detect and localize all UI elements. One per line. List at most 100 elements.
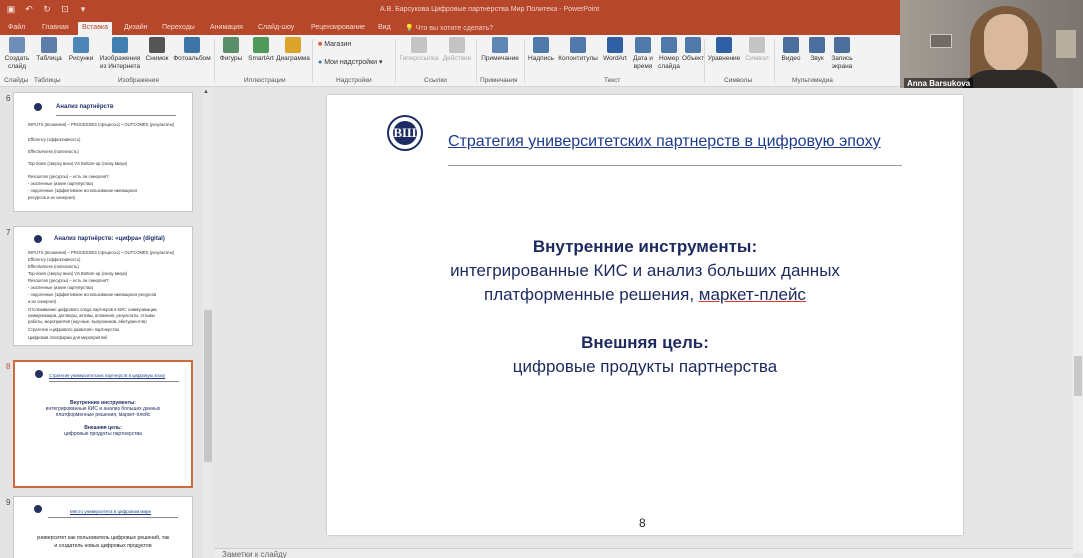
equation-icon bbox=[716, 37, 732, 53]
title-bar: ▣ ↶ ↻ ⊡ ▾ А.В. Барсукова Цифровые партне… bbox=[0, 0, 900, 20]
wordart-icon bbox=[607, 37, 623, 53]
group-label-media: Мультимедиа bbox=[792, 77, 833, 84]
quick-access-toolbar: ▣ ↶ ↻ ⊡ ▾ bbox=[6, 4, 88, 14]
tab-insert[interactable]: Вставка bbox=[78, 22, 113, 35]
group-separator bbox=[476, 39, 477, 83]
spellcheck-underlined-word: маркет-плейс bbox=[698, 285, 806, 304]
slide-number: 8 bbox=[639, 516, 646, 530]
thumbnail-line: Стратегия «цифрового развития» партнерст… bbox=[28, 327, 119, 332]
group-label-addins: Надстройки bbox=[336, 77, 372, 84]
symbol-icon bbox=[749, 37, 765, 53]
photo-album-button[interactable]: Фотоальбом bbox=[172, 37, 212, 75]
shapes-icon bbox=[223, 37, 239, 53]
tab-animations[interactable]: Анимация bbox=[206, 22, 247, 35]
photo-album-icon bbox=[184, 37, 200, 53]
tab-view[interactable]: Вид bbox=[374, 22, 395, 35]
editor-vertical-scrollbar[interactable] bbox=[1073, 88, 1083, 553]
table-icon bbox=[41, 37, 57, 53]
pictures-button[interactable]: Рисунки bbox=[64, 37, 98, 75]
shapes-button[interactable]: Фигуры bbox=[214, 37, 248, 75]
screen-record-icon bbox=[834, 37, 850, 53]
thumbnail-title: Анализ партнёрств: «цифра» (digital) bbox=[54, 236, 165, 242]
thumbnail-number: 7 bbox=[6, 228, 11, 237]
tab-design[interactable]: Дизайн bbox=[120, 22, 152, 35]
thumbnail-line: Отслеживание цифрового следа партнеров в… bbox=[28, 307, 158, 312]
thumbnail-line: INPUTS (вложения) – PROCESSES (процессы)… bbox=[28, 122, 175, 127]
store-button[interactable]: ■ Магазин bbox=[318, 41, 351, 48]
title-rule bbox=[56, 115, 176, 116]
customize-qat-icon[interactable]: ▾ bbox=[78, 4, 88, 14]
undo-icon[interactable]: ↶ bbox=[24, 4, 34, 14]
textbox-icon bbox=[533, 37, 549, 53]
hse-logo-icon: ВШ bbox=[387, 115, 423, 151]
comment-button[interactable]: Примечание bbox=[478, 37, 522, 75]
symbol-button[interactable]: Символ bbox=[740, 37, 774, 75]
datetime-icon bbox=[635, 37, 651, 53]
title-rule bbox=[49, 381, 179, 382]
slide-heading-external[interactable]: Внешняя цель: bbox=[327, 333, 963, 353]
action-button[interactable]: Действие bbox=[440, 37, 474, 75]
thumbnail-line: Efficiency (эффективность) bbox=[28, 257, 81, 262]
comment-icon bbox=[492, 37, 508, 53]
editor-scrollbar-thumb[interactable] bbox=[1074, 356, 1082, 396]
slide-heading-internal[interactable]: Внутренние инструменты: bbox=[327, 237, 963, 257]
thumbnail-title: Анализ партнёрств bbox=[56, 104, 114, 110]
header-footer-button[interactable]: Колонтитулы bbox=[556, 37, 600, 75]
thumbnail-line: Efficiency (эффективность) bbox=[28, 137, 81, 142]
tab-file[interactable]: Файл bbox=[4, 22, 29, 35]
group-label-slides: Слайды bbox=[4, 77, 29, 84]
thumbnail-line: INPUTS (вложения) – PROCESSES (процессы)… bbox=[28, 250, 175, 255]
redo-icon[interactable]: ↻ bbox=[42, 4, 52, 14]
table-button[interactable]: Таблица bbox=[32, 37, 66, 75]
slide-text-line[interactable]: платформенные решения, маркет-плейс bbox=[327, 285, 963, 305]
tab-transitions[interactable]: Переходы bbox=[158, 22, 199, 35]
thumbnail-line: - экзогенные (извне партнёрства) bbox=[28, 181, 93, 186]
new-slide-button[interactable]: Создать слайд bbox=[0, 37, 34, 75]
thumbnail-line: - экзогенные (извне партнёрства) bbox=[28, 285, 93, 290]
hyperlink-icon bbox=[411, 37, 427, 53]
slide-thumbnail-pane: 6 Анализ партнёрств INPUTS (вложения) – … bbox=[0, 88, 213, 558]
tab-home[interactable]: Главная bbox=[38, 22, 73, 35]
textbox-button[interactable]: Надпись bbox=[524, 37, 558, 75]
group-label-tables: Таблицы bbox=[34, 77, 61, 84]
thumbnail-line: Top-down (сверху вниз) VS Bottom-up (сни… bbox=[28, 271, 128, 276]
tab-review[interactable]: Рецензирование bbox=[307, 22, 369, 35]
current-slide[interactable]: ВШ Стратегия университетских партнерств … bbox=[327, 95, 963, 535]
tab-slideshow[interactable]: Слайд-шоу bbox=[254, 22, 298, 35]
store-icon: ■ bbox=[318, 41, 323, 48]
participant-face bbox=[984, 14, 1028, 72]
thumbnail-line: работы, мероприятия (научные, выпускнико… bbox=[28, 319, 147, 324]
slide-thumbnail-6[interactable]: Анализ партнёрств INPUTS (вложения) – PR… bbox=[13, 92, 193, 212]
slide-thumbnail-7[interactable]: Анализ партнёрств: «цифра» (digital) INP… bbox=[13, 226, 193, 346]
equation-button[interactable]: Уравнение bbox=[704, 37, 744, 75]
slide-thumbnail-9[interactable]: Место университета в цифровом мире униве… bbox=[13, 496, 193, 558]
screen-record-button[interactable]: Запись экрана bbox=[822, 37, 862, 75]
notes-pane[interactable]: Заметки к слайду bbox=[214, 548, 1073, 558]
smartart-icon bbox=[253, 37, 269, 53]
title-rule bbox=[48, 517, 178, 518]
slide-title[interactable]: Стратегия университетских партнерств в ц… bbox=[448, 133, 881, 151]
save-icon[interactable]: ▣ bbox=[6, 4, 16, 14]
online-pictures-button[interactable]: Изображения из Интернета bbox=[98, 37, 142, 75]
slide-text-line[interactable]: цифровые продукты партнерства bbox=[327, 357, 963, 377]
pictures-icon bbox=[73, 37, 89, 53]
wall-picture bbox=[1056, 30, 1076, 58]
slide-text-line[interactable]: интегрированные КИС и анализ больших дан… bbox=[327, 261, 963, 281]
my-addins-button[interactable]: ● Мои надстройки ▾ bbox=[318, 58, 383, 66]
object-icon bbox=[685, 37, 701, 53]
start-slideshow-icon[interactable]: ⊡ bbox=[60, 4, 70, 14]
smartart-button[interactable]: SmartArt bbox=[244, 37, 278, 75]
chart-button[interactable]: Диаграмма bbox=[276, 37, 310, 75]
thumbnail-number: 9 bbox=[6, 498, 11, 507]
wall-picture bbox=[930, 34, 952, 48]
hyperlink-button[interactable]: Гиперссылка bbox=[398, 37, 440, 75]
tell-me-search[interactable]: 💡 Что вы хотите сделать? bbox=[405, 24, 493, 32]
thumbnail-scrollbar-thumb[interactable] bbox=[204, 310, 212, 462]
thumbnail-number: 8 bbox=[6, 362, 11, 371]
notes-placeholder: Заметки к слайду bbox=[222, 550, 287, 558]
screenshot-button[interactable]: Снимок bbox=[140, 37, 174, 75]
scroll-up-arrow-icon[interactable]: ▲ bbox=[203, 89, 209, 95]
hse-logo-icon bbox=[34, 103, 42, 111]
slide-thumbnail-8[interactable]: Стратегия университетских партнерств в ц… bbox=[13, 360, 193, 488]
chart-icon bbox=[285, 37, 301, 53]
